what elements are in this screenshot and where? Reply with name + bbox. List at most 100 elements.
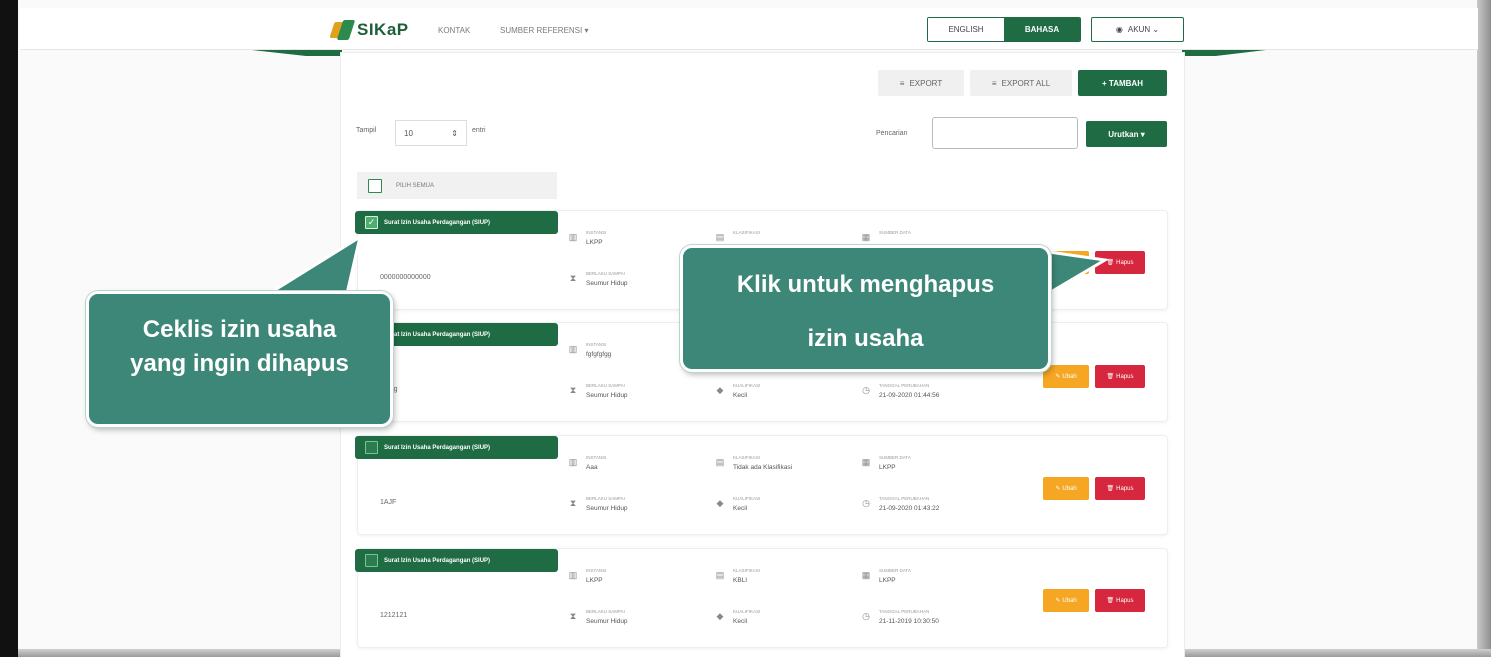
field-berlaku: ⧗ BERLAKU SAMPAI Seumur Hidup [568, 271, 628, 287]
field-value: 21-09-2020 01:43:22 [879, 505, 940, 512]
header-accent-right [1182, 50, 1266, 56]
select-all-checkbox[interactable] [368, 178, 382, 193]
sort-arrows-icon: ⇕ [451, 128, 458, 138]
select-all-row[interactable]: PILIH SEMUA [357, 172, 557, 199]
logo-text: SIKaP [357, 20, 409, 39]
license-type-tag[interactable]: Surat Izin Usaha Perdagangan (SIUP) [355, 549, 558, 572]
clock-icon: ◷ [862, 498, 870, 508]
license-type-label: Surat Izin Usaha Perdagangan (SIUP) [384, 219, 491, 226]
license-type-tag[interactable]: ✓ Surat Izin Usaha Perdagangan (SIUP) [355, 211, 558, 234]
field-label: KUALIFIKASI [733, 496, 761, 501]
license-type-label: Surat Izin Usaha Perdagangan (SIUP) [384, 557, 491, 564]
field-klasifikasi: ▤ KLASIFIKASI [715, 230, 760, 242]
field-label: KUALIFIKASI [733, 383, 761, 388]
ubah-label: Ubah [1062, 259, 1077, 266]
lang-bahasa-button[interactable]: BAHASA [1004, 18, 1080, 41]
search-input[interactable] [932, 117, 1078, 149]
field-label: INSTANSI [586, 230, 607, 235]
nav-kontak[interactable]: KONTAK [438, 26, 470, 35]
database-icon: ▦ [861, 457, 871, 467]
field-value: Tidak ada Klasifikasi [733, 464, 793, 471]
tag-icon: ◆ [716, 611, 724, 621]
field-berlaku: ⧗ BERLAKU SAMPAI Seumur Hidup [568, 496, 628, 512]
ubah-label: Ubah [1062, 373, 1077, 380]
hapus-button[interactable]: 🗑 Hapus [1095, 251, 1145, 274]
nav-sumber-referensi[interactable]: SUMBER REFERENSI ▾ [500, 26, 588, 35]
ubah-label: Ubah [1062, 597, 1077, 604]
urutkan-button[interactable]: Urutkan ▾ [1086, 121, 1167, 147]
field-label: KLASIFIKASI [733, 568, 761, 573]
field-label: INSTANSI [586, 568, 607, 573]
field-klasifikasi: ▤ KLASIFIKASI KBLI [715, 568, 760, 584]
field-label: TANGGAL PERUBAHAN [879, 609, 930, 614]
field-label: BERLAKU SAMPAI [586, 496, 625, 501]
account-button[interactable]: ◉ AKUN ⌄ [1091, 17, 1184, 42]
field-sumber-data: ▦ SUMBER DATA LKPP [861, 568, 911, 584]
export-button[interactable]: ≡ EXPORT [878, 70, 964, 96]
license-type-tag[interactable]: Surat Izin Usaha Perdagangan (SIUP) [355, 436, 558, 459]
tambah-button[interactable]: + TAMBAH [1078, 70, 1167, 96]
field-instansi: ▥ INSTANSI LKPP [568, 568, 607, 584]
license-checkbox[interactable] [365, 441, 378, 454]
building-icon: ▥ [568, 232, 578, 242]
field-instansi: ▥ INSTANSI fgfgfgfgg [568, 342, 612, 358]
ubah-button[interactable]: ✎ Ubah [1043, 589, 1089, 612]
clock-icon: ◷ [862, 385, 870, 395]
edit-icon: ✎ [1055, 486, 1061, 492]
hapus-button[interactable]: 🗑 Hapus [1095, 589, 1145, 612]
field-instansi: ▥ INSTANSI Aaa [568, 455, 607, 471]
ubah-button[interactable]: ✎ Ubah [1043, 477, 1089, 500]
field-label: SUMBER DATA [879, 230, 911, 235]
pencarian-label: Pencarian [876, 130, 908, 137]
field-sumber-data: ▦ SUMBER DATA [861, 230, 911, 242]
field-kualifikasi: ◆ KUALIFIKASI Kecil [715, 383, 761, 399]
hourglass-icon: ⧗ [569, 385, 577, 395]
field-label: KLASIFIKASI [733, 230, 761, 235]
license-checkbox[interactable]: ✓ [365, 216, 378, 229]
building-icon: ▥ [568, 457, 578, 467]
header-accent-left [252, 50, 342, 56]
field-value: KBLI [733, 577, 748, 584]
sikap-logo[interactable]: SIKaP [329, 20, 409, 40]
field-value: LKPP [586, 577, 603, 584]
export-label: EXPORT [909, 78, 943, 88]
field-value: Seumur Hidup [586, 392, 628, 399]
export-all-label: EXPORT ALL [1001, 78, 1051, 88]
field-label: TANGGAL PERUBAHAN [879, 496, 930, 501]
field-tanggal-perubahan: ◷ TANGGAL PERUBAHAN 21-11-2019 10:30:50 [861, 609, 939, 625]
edit-icon: ✎ [1055, 260, 1061, 266]
hapus-button[interactable]: 🗑 Hapus [1095, 365, 1145, 388]
lang-english-button[interactable]: ENGLISH [928, 18, 1004, 41]
field-value: LKPP [879, 464, 896, 471]
page-size-value: 10 [404, 128, 413, 138]
logo-mark-icon [329, 20, 356, 40]
license-number: 1212121 [380, 612, 408, 619]
callout-right-line2: izin usaha [807, 325, 924, 352]
field-label: SUMBER DATA [879, 455, 911, 460]
ubah-button[interactable]: ✎ Ubah [1043, 365, 1089, 388]
field-value: 21-11-2019 10:30:50 [879, 618, 939, 625]
license-checkbox[interactable] [365, 554, 378, 567]
hapus-label: Hapus [1116, 259, 1134, 266]
field-label: INSTANSI [586, 342, 607, 347]
field-tanggal-perubahan: ◷ TANGGAL PERUBAHAN 21-09-2020 01:44:56 [861, 383, 939, 399]
field-value: LKPP [586, 239, 603, 246]
field-value: LKPP [879, 577, 896, 584]
license-card: Surat Izin Usaha Perdagangan (SIUP) 1AJF… [355, 435, 1168, 535]
page-size-select[interactable]: 10 ⇕ [395, 120, 467, 146]
hapus-label: Hapus [1116, 597, 1134, 604]
entri-label: entri [472, 127, 486, 134]
database-icon: ▦ [861, 570, 871, 580]
hapus-label: Hapus [1116, 485, 1134, 492]
tag-icon: ◆ [716, 498, 724, 508]
field-kualifikasi: ◆ KUALIFIKASI Kecil [715, 609, 761, 625]
field-value: Kecil [733, 618, 748, 625]
document-icon: ▤ [715, 232, 725, 242]
field-label: KUALIFIKASI [733, 609, 761, 614]
user-icon: ◉ [1115, 25, 1123, 34]
language-toggle: ENGLISH BAHASA [927, 17, 1081, 42]
hapus-button[interactable]: 🗑 Hapus [1095, 477, 1145, 500]
document-icon: ▤ [715, 570, 725, 580]
license-type-label: Surat Izin Usaha Perdagangan (SIUP) [384, 444, 491, 451]
export-all-button[interactable]: ≡ EXPORT ALL [970, 70, 1072, 96]
